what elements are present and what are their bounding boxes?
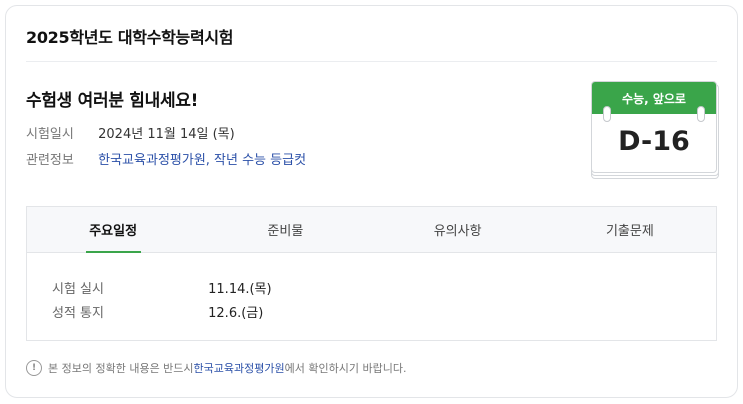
schedule-row: 성적 통지 12.6.(금) (52, 302, 263, 321)
tab-label: 유의사항 (433, 224, 482, 239)
exam-date-value: 2024년 11월 14일 (목) (98, 127, 235, 142)
tab-panel: 주요일정 준비물 유의사항 기출문제 시험 실시 11.14.(목) 성적 통지… (26, 206, 717, 341)
exam-date-label: 시험일시 (26, 127, 74, 142)
title-divider (26, 61, 717, 62)
exam-date-row: 시험일시 2024년 11월 14일 (목) (26, 123, 235, 142)
tab-label: 준비물 (267, 224, 304, 239)
schedule-value: 11.14.(목) (208, 282, 272, 297)
calendar-face: 수능, 앞으로 D-16 (591, 81, 717, 173)
dday-calendar: 수능, 앞으로 D-16 (591, 81, 719, 181)
schedule-row: 시험 실시 11.14.(목) (52, 278, 272, 297)
related-info-label: 관련정보 (26, 153, 74, 168)
kice-link[interactable]: 한국교육과정평가원 (194, 360, 285, 376)
calendar-ring-icon (603, 106, 611, 122)
tab-past-exams[interactable]: 기출문제 (544, 207, 716, 252)
note-suffix: 에서 확인하시기 바랍니다. (284, 362, 407, 375)
tab-label: 주요일정 (89, 224, 138, 239)
note-prefix: 본 정보의 정확한 내용은 반드시 (48, 362, 194, 375)
tab-precautions[interactable]: 유의사항 (372, 207, 544, 252)
schedule-label: 시험 실시 (52, 282, 104, 297)
disclaimer-note: ! 본 정보의 정확한 내용은 반드시 한국교육과정평가원 에서 확인하시기 바… (26, 360, 406, 376)
related-info-row: 관련정보 한국교육과정평가원, 작년 수능 등급컷 (26, 149, 306, 168)
exclamation-circle-icon: ! (26, 360, 42, 376)
schedule-label: 성적 통지 (52, 306, 104, 321)
tab-main-schedule[interactable]: 주요일정 (27, 207, 199, 253)
csat-info-card: 2025학년도 대학수학능력시험 수험생 여러분 힘내세요! 시험일시 2024… (5, 5, 738, 398)
tab-label: 기출문제 (605, 224, 654, 239)
headline: 수험생 여러분 힘내세요! (26, 91, 199, 111)
dday-count: D-16 (618, 126, 690, 157)
tab-bar: 주요일정 준비물 유의사항 기출문제 (27, 207, 716, 253)
schedule-value: 12.6.(금) (208, 306, 264, 321)
card-title: 2025학년도 대학수학능력시험 (26, 28, 234, 47)
related-info-links[interactable]: 한국교육과정평가원, 작년 수능 등급컷 (98, 153, 306, 168)
active-tab-indicator (85, 251, 141, 253)
tab-supplies[interactable]: 준비물 (199, 207, 371, 252)
calendar-ring-icon (697, 106, 705, 122)
